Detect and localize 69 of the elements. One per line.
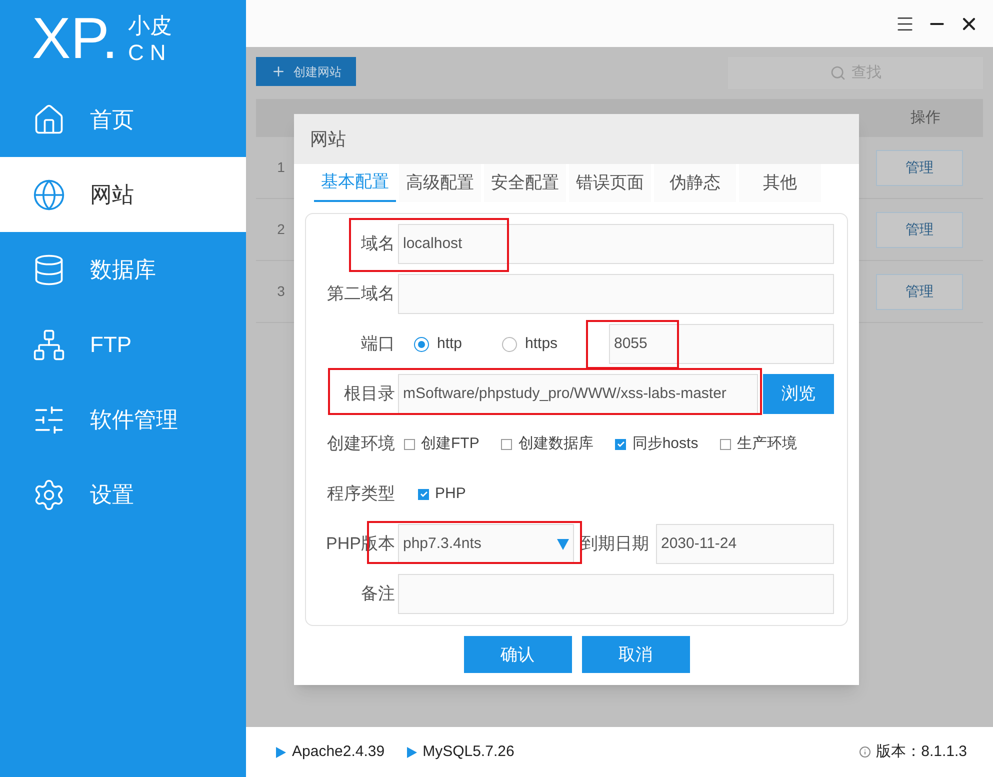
dialog-button[interactable]: 确认 [464, 636, 572, 673]
row-number: 2 [276, 220, 286, 239]
checkbox[interactable] [404, 438, 415, 450]
play-icon[interactable] [406, 746, 417, 758]
radio-label: http [437, 334, 462, 354]
dropdown-arrow-icon [557, 538, 569, 550]
sidebar-item[interactable]: 设置 [0, 457, 246, 532]
field-label: 创建环境 [327, 433, 395, 456]
field-label: 端口 [361, 333, 395, 356]
network-icon [32, 328, 66, 362]
checkbox[interactable] [418, 488, 429, 500]
checkbox[interactable] [720, 438, 732, 450]
checkbox-label: 同步hosts [632, 434, 698, 454]
logo-subtitle: 小皮 [128, 12, 172, 39]
checkbox-label: 生产环境 [737, 434, 798, 454]
browse-button[interactable]: 浏览 [763, 374, 834, 414]
checkbox[interactable] [501, 438, 512, 450]
radio-button[interactable] [502, 336, 518, 352]
check-icon [420, 490, 428, 498]
port-field[interactable]: 8055 [609, 324, 834, 364]
plus-icon [270, 64, 286, 79]
field-label: 备注 [361, 583, 395, 606]
expiry-date-field[interactable]: 2030-11-24 [656, 524, 834, 564]
radio-button[interactable] [414, 336, 429, 352]
root-directory-field[interactable]: mSoftware/phpstudy_pro/WWW/xss-labs-master [398, 374, 758, 414]
tab[interactable]: 伪静态 [654, 164, 736, 202]
field-label: 域名 [361, 233, 395, 256]
domain-field[interactable]: localhost [398, 224, 834, 264]
checkbox-label: PHP [435, 484, 466, 504]
tab[interactable]: 安全配置 [484, 164, 566, 202]
php-version-select[interactable]: php7.3.4nts [398, 524, 574, 564]
dialog-button[interactable]: 取消 [582, 636, 690, 673]
sidebar-item[interactable]: 数据库 [0, 232, 246, 307]
logo-text: XP. [32, 10, 118, 68]
service-label: Apache2.4.39 [292, 742, 385, 762]
search-icon [830, 65, 846, 81]
field-label: 第二域名 [327, 283, 395, 306]
version-label: 版本：8.1.1.3 [876, 742, 967, 762]
sidebar-item[interactable]: FTP [0, 307, 246, 382]
create-site-button[interactable]: 创建网站 [256, 57, 356, 86]
checkbox[interactable] [615, 438, 626, 450]
tab[interactable]: 其他 [739, 164, 821, 202]
check-icon [616, 440, 625, 448]
checkbox-label: 创建FTP [421, 434, 480, 454]
manage-button[interactable]: 管理 [876, 150, 963, 186]
radio-label: https [525, 334, 558, 354]
tab[interactable]: 基本配置 [314, 164, 396, 202]
sidebar-item[interactable]: 软件管理 [0, 382, 246, 457]
sidebar-item[interactable]: 首页 [0, 82, 246, 157]
logo-subtitle: CN [128, 39, 172, 66]
field-label: 到期日期 [580, 533, 650, 556]
tab[interactable]: 错误页面 [569, 164, 651, 202]
row-number: 1 [276, 158, 286, 177]
play-icon[interactable] [276, 746, 286, 758]
service-label: MySQL5.7.26 [422, 742, 514, 762]
globe-icon [32, 178, 66, 212]
dialog-title: 网站 [310, 128, 346, 150]
column-header: 操作 [910, 108, 942, 128]
second-domain-field[interactable] [398, 274, 834, 314]
field-label: 程序类型 [327, 483, 395, 506]
info-icon [859, 746, 872, 758]
manage-button[interactable]: 管理 [876, 274, 963, 310]
row-number: 3 [276, 282, 286, 301]
manage-button[interactable]: 管理 [876, 212, 963, 248]
field-label: 根目录 [344, 383, 395, 406]
sidebar-item[interactable]: 网站 [0, 157, 246, 232]
tab[interactable]: 高级配置 [399, 164, 481, 202]
checkbox-label: 创建数据库 [518, 434, 594, 454]
note-field[interactable] [398, 574, 834, 614]
